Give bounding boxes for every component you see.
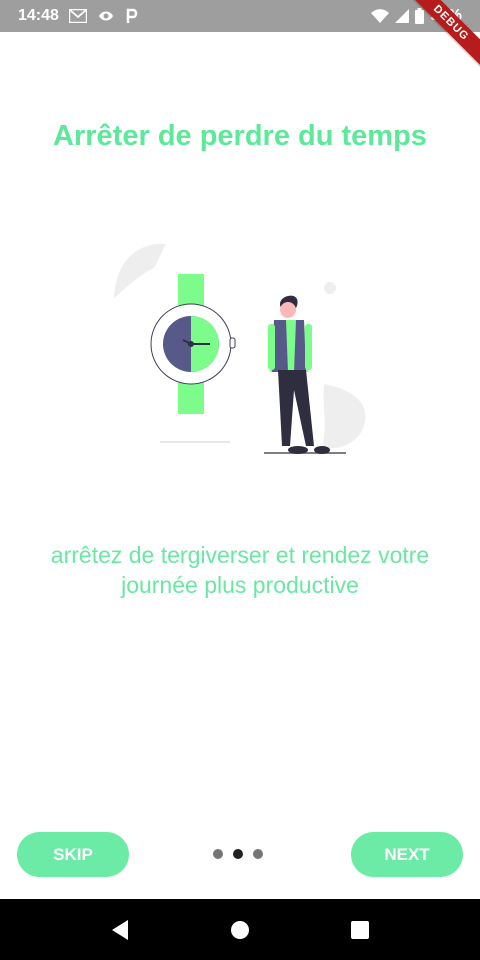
navigation-bar — [0, 899, 480, 960]
onboarding-subtitle: arrêtez de tergiverser et rendez votre j… — [50, 542, 430, 598]
illustration — [110, 238, 370, 460]
signal-icon — [394, 9, 409, 23]
battery-icon — [414, 8, 424, 24]
status-time: 14:48 — [18, 7, 59, 24]
status-bar: 14:48 99% — [0, 0, 480, 32]
wifi-icon — [370, 9, 389, 23]
gmail-icon — [68, 9, 87, 23]
status-left: 14:48 — [18, 7, 139, 25]
home-icon[interactable] — [220, 910, 260, 950]
cast-icon — [97, 9, 115, 23]
skip-button[interactable]: SKIP — [17, 832, 129, 877]
recents-icon[interactable] — [340, 910, 380, 950]
page-dot — [253, 849, 263, 859]
onboarding-title: Arrêter de perdre du temps — [53, 120, 427, 152]
page-dot — [213, 849, 223, 859]
next-button[interactable]: NEXT — [351, 832, 463, 877]
page-dot — [233, 849, 243, 859]
page-indicator — [213, 849, 263, 859]
back-icon[interactable] — [100, 910, 140, 950]
p-icon — [125, 8, 139, 24]
